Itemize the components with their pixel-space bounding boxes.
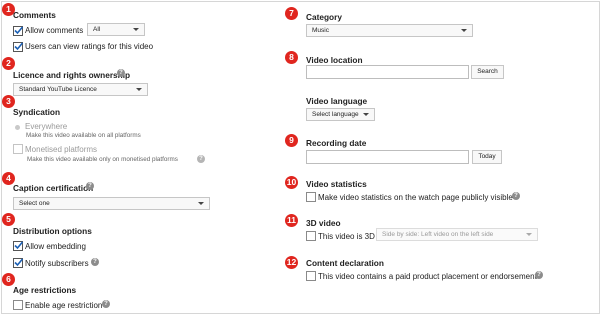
caret-down-icon	[526, 233, 532, 236]
content-declaration-title: Content declaration	[306, 258, 384, 268]
category-title: Category	[306, 12, 342, 22]
caret-down-icon	[461, 29, 467, 32]
notify-subscribers-checkbox[interactable]	[13, 258, 24, 268]
step-badge-7: 7	[285, 7, 298, 20]
recording-date-title: Recording date	[306, 138, 367, 148]
checkmark-icon	[14, 26, 24, 35]
licence-select[interactable]: Standard YouTube Licence	[13, 83, 148, 96]
today-button[interactable]: Today	[472, 150, 502, 164]
allow-embedding-label: Allow embedding	[25, 242, 86, 251]
3d-video-label: This video is 3D	[318, 232, 375, 241]
3d-video-title: 3D video	[306, 218, 341, 228]
everywhere-radio[interactable]	[15, 125, 20, 130]
step-badge-2: 2	[2, 57, 15, 70]
step-badge-11: 11	[285, 214, 298, 227]
search-button[interactable]: Search	[471, 65, 504, 79]
allow-comments-label: Allow comments	[25, 26, 84, 35]
video-language-title: Video language	[306, 96, 368, 106]
video-statistics-title: Video statistics	[306, 179, 367, 189]
caption-certification-title: Caption certification	[13, 183, 94, 193]
video-location-title: Video location	[306, 55, 363, 65]
video-language-select-value: Select language	[312, 111, 359, 118]
caret-down-icon	[133, 28, 139, 31]
comments-title: Comments	[13, 10, 56, 20]
3d-format-select[interactable]: Side by side: Left video on the left sid…	[376, 228, 538, 241]
help-icon[interactable]: ?	[117, 69, 125, 77]
3d-video-checkbox[interactable]	[306, 231, 316, 241]
allow-comments-checkbox[interactable]	[13, 26, 24, 36]
checkmark-icon	[14, 258, 24, 267]
video-statistics-checkbox[interactable]	[306, 192, 316, 202]
licence-select-value: Standard YouTube Licence	[19, 86, 97, 93]
enable-age-restriction-checkbox[interactable]	[13, 300, 23, 310]
step-badge-5: 5	[2, 213, 15, 226]
everywhere-label: Everywhere	[25, 122, 68, 131]
checkmark-icon	[14, 42, 24, 51]
video-location-input[interactable]	[306, 65, 469, 79]
syndication-title: Syndication	[13, 107, 61, 117]
licence-title: Licence and rights ownership	[13, 70, 131, 80]
video-language-select[interactable]: Select language	[306, 108, 375, 121]
help-icon[interactable]: ?	[91, 258, 99, 266]
caret-down-icon	[198, 202, 204, 205]
recording-date-input[interactable]	[306, 150, 469, 164]
caret-down-icon	[136, 88, 142, 91]
caret-down-icon	[363, 113, 369, 116]
checkmark-icon	[14, 241, 24, 250]
help-icon[interactable]: ?	[86, 182, 94, 190]
step-badge-9: 9	[285, 134, 298, 147]
monetised-platforms-description: Make this video available only on moneti…	[27, 156, 178, 163]
step-badge-12: 12	[285, 256, 298, 269]
step-badge-10: 10	[285, 176, 298, 189]
video-statistics-label: Make video statistics on the watch page …	[318, 193, 513, 202]
users-view-ratings-checkbox[interactable]	[13, 42, 24, 52]
allow-comments-select-value: All	[93, 26, 101, 33]
caption-certification-select[interactable]: Select one	[13, 197, 210, 210]
distribution-options-title: Distribution options	[13, 226, 92, 236]
3d-format-select-value: Side by side: Left video on the left sid…	[382, 231, 494, 238]
allow-embedding-checkbox[interactable]	[13, 241, 24, 251]
content-declaration-checkbox[interactable]	[306, 271, 316, 281]
monetised-platforms-label: Monetised platforms	[25, 145, 98, 154]
everywhere-description: Make this video available on all platfor…	[26, 132, 141, 139]
category-select[interactable]: Music	[306, 24, 473, 37]
enable-age-restriction-label: Enable age restriction	[25, 301, 103, 310]
caption-certification-select-value: Select one	[19, 200, 50, 207]
help-icon[interactable]: ?	[512, 192, 520, 200]
monetised-platforms-checkbox[interactable]	[13, 144, 23, 154]
help-icon[interactable]: ?	[102, 300, 110, 308]
age-restrictions-title: Age restrictions	[13, 285, 77, 295]
users-view-ratings-label: Users can view ratings for this video	[25, 42, 154, 51]
allow-comments-select[interactable]: All	[87, 23, 145, 36]
notify-subscribers-label: Notify subscribers	[25, 259, 89, 268]
help-icon[interactable]: ?	[535, 271, 543, 279]
content-declaration-label: This video contains a paid product place…	[318, 272, 537, 281]
step-badge-8: 8	[285, 51, 298, 64]
help-icon[interactable]: ?	[197, 155, 205, 163]
category-select-value: Music	[312, 27, 329, 34]
